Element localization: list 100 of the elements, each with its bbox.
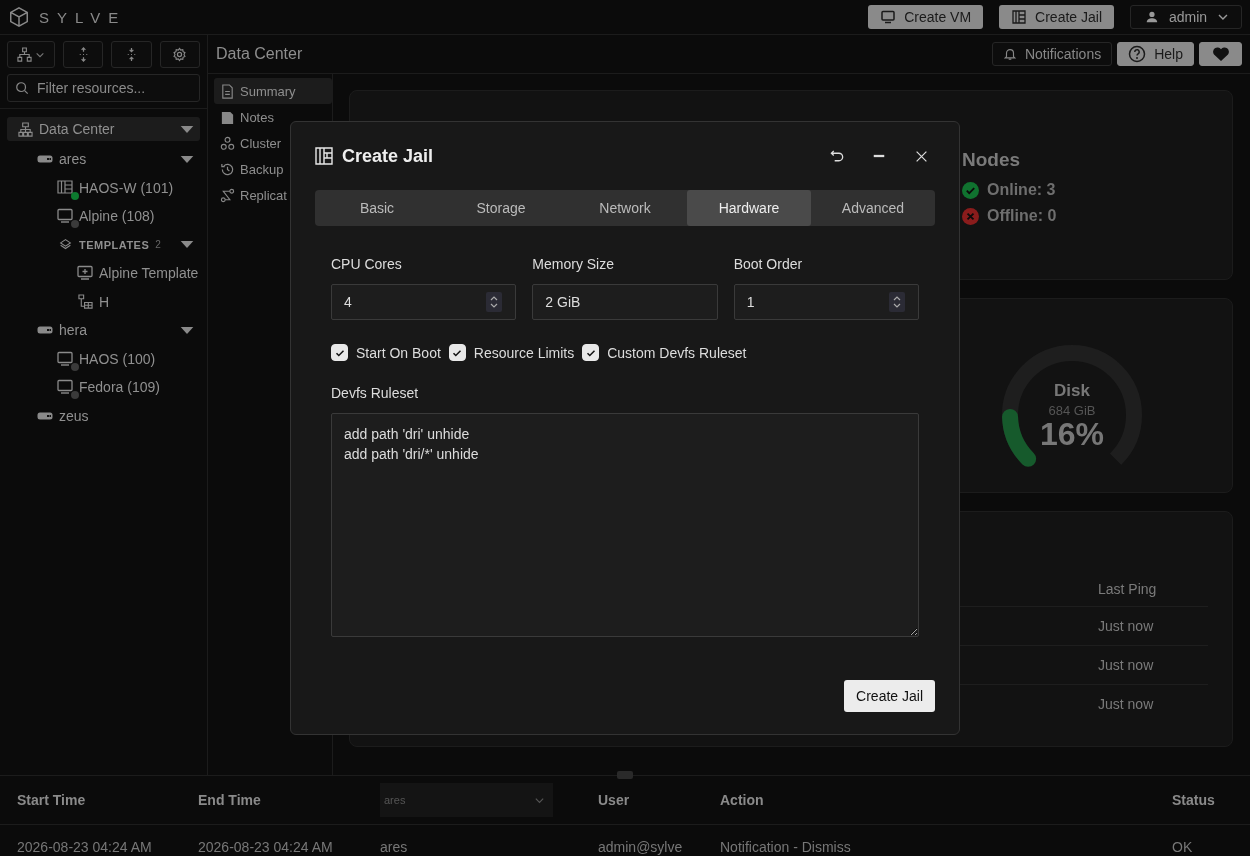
- restore-icon: [220, 161, 235, 177]
- user-menu[interactable]: admin: [1130, 5, 1242, 29]
- tree-item[interactable]: ares: [7, 145, 200, 174]
- column-header: Start Time: [17, 792, 87, 808]
- layers-icon: [58, 238, 72, 252]
- nav-item[interactable]: Cluster: [214, 130, 332, 156]
- help-icon: [1128, 45, 1147, 63]
- hierarchy-icon: [77, 294, 93, 310]
- tab[interactable]: Network: [563, 190, 687, 226]
- input-field[interactable]: 2 GiB: [532, 284, 718, 320]
- ruleset-field[interactable]: add path 'dri' unhide add path 'dri/*' unhide: [331, 413, 919, 637]
- bell-icon: [1002, 47, 1017, 61]
- table-cell: Just now: [1098, 618, 1154, 634]
- caret-down-icon[interactable]: [180, 325, 194, 335]
- tree-item[interactable]: Fedora (109): [7, 373, 200, 402]
- tree-label: Alpine (108): [79, 208, 155, 225]
- search-icon: [15, 81, 29, 95]
- column-header: User: [598, 792, 631, 808]
- spinner-icon[interactable]: [486, 292, 503, 312]
- hierarchy-icon: [16, 47, 32, 62]
- tab[interactable]: Advanced: [811, 190, 935, 226]
- field-label: Memory Size: [532, 256, 615, 272]
- table-cell-text: ares: [380, 839, 409, 855]
- create-button[interactable]: Create VM: [868, 5, 984, 29]
- monitor-icon: [57, 350, 73, 367]
- caret-down-icon[interactable]: [180, 240, 194, 250]
- table-cell-text: Notification - Dismiss: [720, 839, 852, 855]
- tree-label: TEMPLATES: [79, 238, 150, 251]
- checkbox-label: Start On Boot: [356, 344, 441, 361]
- notifications-button[interactable]: Notifications: [991, 42, 1113, 66]
- gauge-size: 684 GiB: [1048, 403, 1096, 418]
- caret-down-icon[interactable]: [180, 124, 194, 134]
- tree-label: Data Center: [39, 121, 115, 137]
- tree-label: H: [99, 293, 110, 310]
- field-label: CPU Cores: [331, 256, 403, 272]
- table-cell: Just now: [1098, 657, 1154, 673]
- network-icon: [17, 121, 33, 137]
- tree-item[interactable]: Data Center: [7, 117, 200, 141]
- tree-item[interactable]: zeus: [7, 401, 200, 430]
- table-cell-text: OK: [1172, 839, 1194, 855]
- cluster-icon: [220, 135, 235, 151]
- cube-logo-icon: [8, 6, 30, 28]
- nodes-heading: Nodes: [962, 149, 1022, 171]
- heart-icon: [1211, 46, 1230, 62]
- gauge-title: Disk: [1054, 381, 1090, 401]
- dialog-title: Create Jail: [342, 145, 434, 167]
- page-title: Data Center: [216, 45, 303, 63]
- monitor-plus-icon: [77, 265, 93, 282]
- node-status-text: Online: 3: [987, 181, 1056, 199]
- brand-name: SYLVE: [39, 8, 127, 26]
- favorite-button[interactable]: [1199, 42, 1242, 66]
- checkbox[interactable]: [331, 344, 348, 361]
- tree-item[interactable]: HAOS (100): [7, 344, 200, 373]
- notes-icon: [220, 109, 235, 125]
- count-label: 2: [155, 239, 161, 251]
- table-cell-text: admin@sylve: [598, 839, 684, 855]
- nav-item[interactable]: Notes: [214, 104, 332, 130]
- nav-item[interactable]: Summary: [214, 78, 332, 104]
- search-field[interactable]: Filter resources...: [7, 74, 200, 102]
- tree-label: zeus: [59, 407, 89, 424]
- create-jail-button[interactable]: Create Jail: [844, 680, 935, 712]
- checkbox-label: Custom Devfs Ruleset: [607, 344, 747, 361]
- jail-bars-icon: [315, 147, 333, 165]
- caret-down-icon[interactable]: [180, 154, 194, 164]
- field-label: Devfs Ruleset: [331, 385, 420, 401]
- server-icon: [37, 410, 53, 421]
- tree-item[interactable]: HAOS-W (101): [7, 173, 200, 202]
- tree-label: HAOS (100): [79, 350, 156, 367]
- tree-item[interactable]: H: [7, 287, 200, 316]
- input-field[interactable]: 4: [331, 284, 517, 320]
- nav-item[interactable]: Backup: [214, 156, 332, 182]
- error-circle-icon: [962, 207, 979, 225]
- tree-view-button[interactable]: [7, 41, 55, 68]
- help-button[interactable]: Help: [1117, 42, 1194, 66]
- tab[interactable]: Storage: [439, 190, 563, 226]
- settings-icon: [172, 47, 188, 62]
- create-button[interactable]: Create Jail: [999, 5, 1114, 29]
- tree-item[interactable]: hera: [7, 316, 200, 345]
- tree-item[interactable]: Alpine (108): [7, 202, 200, 231]
- column-header: End Time: [198, 792, 262, 808]
- tree-label: HAOS-W (101): [79, 179, 174, 196]
- resize-handle[interactable]: [617, 771, 633, 779]
- tree-item[interactable]: TEMPLATES 2: [7, 230, 200, 259]
- node-status-text: Offline: 0: [987, 207, 1057, 225]
- column-header: Status: [1172, 792, 1216, 808]
- table-cell-text: 2026-08-23 04:24 AM: [17, 839, 153, 855]
- monitor-icon: [880, 9, 897, 25]
- tree-item[interactable]: Alpine Template: [7, 259, 200, 288]
- checkbox[interactable]: [448, 344, 466, 361]
- checkbox[interactable]: [582, 344, 600, 361]
- route-icon: [220, 187, 235, 203]
- monitor-icon: [57, 208, 73, 225]
- input-field[interactable]: 1: [733, 284, 919, 320]
- column-header: Last Ping: [1098, 581, 1157, 597]
- settings-button[interactable]: [159, 41, 200, 68]
- tab[interactable]: Hardware: [687, 190, 811, 226]
- tree-label: Alpine Template: [99, 265, 199, 282]
- user-icon: [1145, 10, 1159, 24]
- jail-bars-icon: [57, 179, 73, 196]
- jail-bars-icon: [1011, 9, 1028, 25]
